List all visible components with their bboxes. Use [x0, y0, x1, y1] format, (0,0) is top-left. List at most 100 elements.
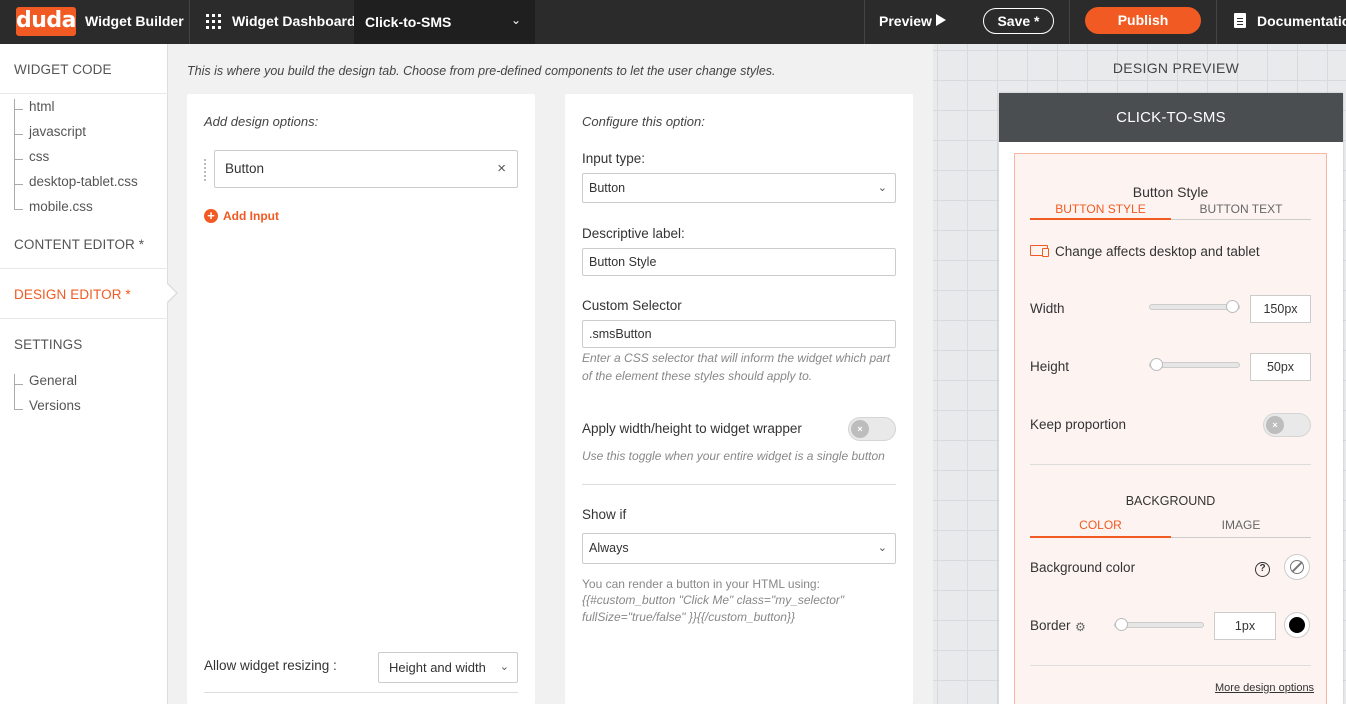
- tree-branch: [14, 109, 23, 110]
- background-title: BACKGROUND: [1125, 494, 1216, 508]
- tab-button-style[interactable]: BUTTON STYLE: [1030, 202, 1171, 216]
- tab-active-indicator: [1030, 536, 1171, 538]
- section-title: Button Style: [1132, 184, 1209, 200]
- documentation-link[interactable]: Documentation: [1257, 0, 1346, 44]
- tree-branch: [14, 384, 23, 385]
- preview-button[interactable]: Preview: [879, 0, 932, 44]
- custom-selector-input[interactable]: .smsButton: [582, 320, 896, 348]
- add-input-link[interactable]: Add Input: [223, 209, 279, 223]
- widget-title: CLICK-TO-SMS: [999, 93, 1343, 142]
- toggle-off-icon: ×: [1266, 416, 1284, 434]
- wrapper-toggle-label: Apply width/height to widget wrapper: [582, 421, 802, 436]
- height-slider-thumb[interactable]: [1150, 358, 1163, 371]
- gear-icon[interactable]: ⚙: [1075, 620, 1086, 634]
- tree-line: [14, 374, 15, 409]
- border-color-swatch: [1289, 617, 1305, 633]
- design-option-item[interactable]: Button ×: [214, 150, 518, 188]
- wrapper-toggle[interactable]: ×: [848, 417, 896, 441]
- tab-color[interactable]: COLOR: [1030, 518, 1171, 532]
- width-slider-thumb[interactable]: [1226, 300, 1239, 313]
- sidebar-item-css[interactable]: css: [29, 149, 49, 164]
- resize-select-value: Height and width: [389, 660, 486, 675]
- divider: [1030, 464, 1311, 465]
- tab-active-indicator: [1030, 218, 1171, 220]
- chevron-down-icon: ⌄: [499, 661, 509, 673]
- tree-branch: [14, 209, 23, 210]
- divider: [189, 0, 190, 44]
- input-type-label: Input type:: [582, 151, 646, 166]
- background-color-label: Background color: [1030, 560, 1136, 575]
- tree-branch: [14, 409, 23, 410]
- sidebar-settings[interactable]: SETTINGS: [14, 337, 82, 352]
- save-button[interactable]: Save *: [983, 8, 1054, 34]
- tree-branch: [14, 159, 23, 160]
- more-design-options-link[interactable]: More design options: [1215, 682, 1314, 694]
- divider: [864, 0, 865, 44]
- tablet-icon: [1042, 248, 1049, 257]
- sidebar-widget-code[interactable]: WIDGET CODE: [14, 62, 112, 77]
- app-name: Widget Builder: [85, 13, 184, 29]
- sidebar-design-editor[interactable]: DESIGN EDITOR *: [14, 287, 131, 302]
- help-icon[interactable]: ?: [1255, 562, 1270, 577]
- divider: [204, 692, 518, 693]
- border-slider-thumb[interactable]: [1115, 618, 1128, 631]
- duda-logo[interactable]: duda: [16, 7, 77, 36]
- custom-selector-hint: Enter a CSS selector that will inform th…: [582, 351, 891, 383]
- sidebar: [0, 44, 168, 704]
- height-label: Height: [1030, 359, 1070, 374]
- sidebar-item-mobile-css[interactable]: mobile.css: [29, 199, 93, 214]
- height-input[interactable]: 50px: [1250, 353, 1311, 381]
- no-color-button[interactable]: [1284, 554, 1310, 580]
- toggle-off-icon: ×: [851, 420, 869, 438]
- sidebar-content-editor[interactable]: CONTENT EDITOR *: [14, 237, 144, 252]
- play-icon[interactable]: [936, 14, 946, 26]
- border-input[interactable]: 1px: [1214, 612, 1276, 640]
- widget-select-value: Click-to-SMS: [365, 14, 452, 30]
- chevron-down-icon: ⌄: [510, 13, 521, 27]
- add-circle-icon[interactable]: +: [204, 209, 218, 223]
- intro-text: This is where you build the design tab. …: [187, 64, 776, 78]
- border-color-button[interactable]: [1284, 612, 1310, 638]
- width-slider[interactable]: [1149, 300, 1240, 313]
- border-label: Border: [1030, 618, 1071, 633]
- chevron-down-icon: ⌄: [877, 542, 887, 554]
- height-slider[interactable]: [1149, 358, 1240, 371]
- border-slider[interactable]: [1114, 618, 1204, 631]
- document-icon[interactable]: [1234, 13, 1246, 28]
- widget-select[interactable]: Click-to-SMS ⌄: [354, 0, 535, 44]
- sidebar-item-versions[interactable]: Versions: [29, 398, 81, 413]
- drag-handle-icon[interactable]: [204, 159, 207, 181]
- show-if-select[interactable]: Always ⌄: [582, 533, 896, 564]
- divider: [1069, 0, 1070, 44]
- sidebar-item-general[interactable]: General: [29, 373, 77, 388]
- divider: [1216, 0, 1217, 44]
- resize-label: Allow widget resizing :: [204, 658, 337, 673]
- publish-button[interactable]: Publish: [1085, 7, 1201, 34]
- resize-select[interactable]: Height and width ⌄: [378, 652, 518, 683]
- wrapper-toggle-hint: Use this toggle when your entire widget …: [582, 449, 885, 463]
- sidebar-item-html[interactable]: html: [29, 99, 55, 114]
- active-indicator: [167, 284, 176, 302]
- device-note: Change affects desktop and tablet: [1055, 244, 1260, 259]
- input-type-select[interactable]: Button ⌄: [582, 173, 896, 203]
- grid-icon[interactable]: [206, 14, 221, 29]
- add-options-title: Add design options:: [204, 114, 319, 129]
- widget-dashboard-link[interactable]: Widget Dashboard: [232, 0, 356, 44]
- divider: [0, 93, 168, 94]
- tab-button-text[interactable]: BUTTON TEXT: [1171, 202, 1311, 216]
- tab-image[interactable]: IMAGE: [1171, 518, 1311, 532]
- sidebar-item-javascript[interactable]: javascript: [29, 124, 86, 139]
- show-if-value: Always: [589, 541, 629, 555]
- divider: [0, 268, 168, 269]
- input-type-value: Button: [589, 181, 626, 195]
- tree-line: [14, 99, 15, 209]
- custom-selector-label: Custom Selector: [582, 298, 682, 313]
- sidebar-item-desktop-tablet-css[interactable]: desktop-tablet.css: [29, 174, 138, 189]
- close-icon[interactable]: ×: [497, 151, 506, 187]
- width-input[interactable]: 150px: [1250, 295, 1311, 323]
- width-label: Width: [1030, 301, 1065, 316]
- tree-branch: [14, 184, 23, 185]
- divider: [0, 318, 168, 319]
- descriptive-label-input[interactable]: Button Style: [582, 248, 896, 276]
- keep-proportion-toggle[interactable]: ×: [1263, 413, 1311, 437]
